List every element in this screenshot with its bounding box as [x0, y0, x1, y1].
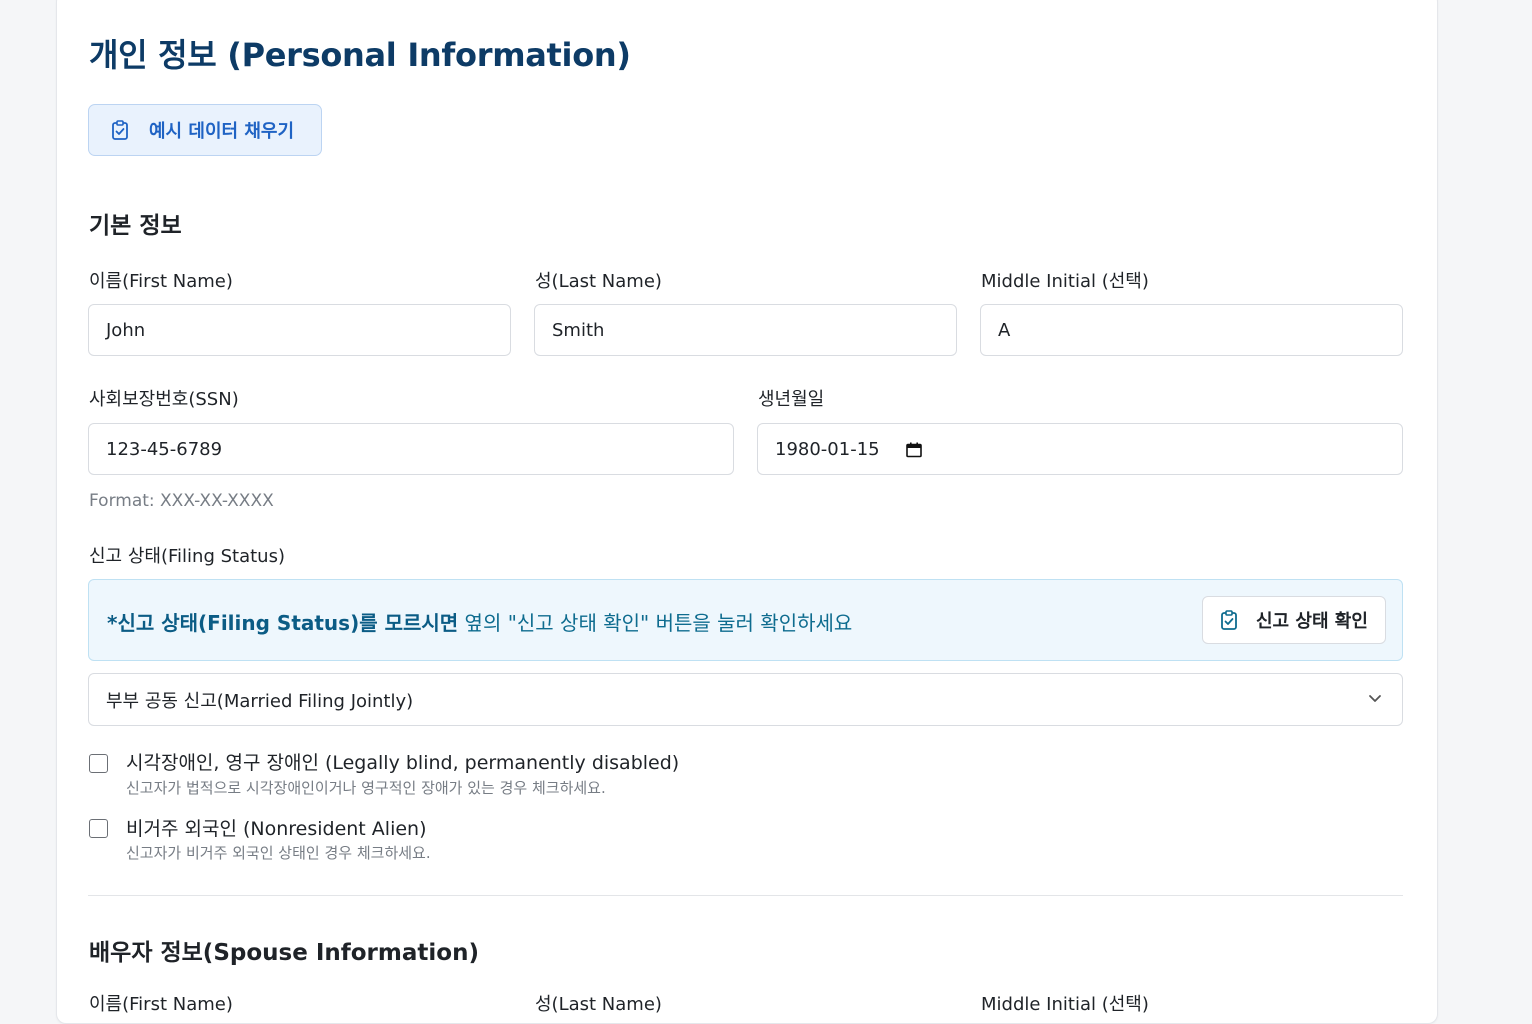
filing-status-select[interactable]: 부부 공동 신고(Married Filing Jointly) — [88, 673, 1403, 726]
legally-blind-checkbox[interactable] — [89, 754, 108, 773]
first-name-input[interactable]: John — [88, 304, 511, 356]
spouse-last-name-label: 성(Last Name) — [535, 994, 662, 1015]
clipboard-check-icon — [112, 120, 128, 140]
basic-info-section-title: 기본 정보 — [89, 213, 182, 239]
spouse-info-section-title: 배우자 정보(Spouse Information) — [89, 940, 479, 966]
clipboard-check-icon — [1221, 610, 1237, 630]
filing-status-notice-text: *신고 상태(Filing Status)를 모르시면 옆의 "신고 상태 확인… — [107, 607, 852, 636]
check-filing-status-button[interactable]: 신고 상태 확인 — [1202, 596, 1386, 644]
notice-strong-text: *신고 상태(Filing Status)를 모르시면 — [107, 611, 459, 635]
nonresident-alien-checkbox[interactable] — [89, 819, 108, 838]
legally-blind-checkbox-description: 신고자가 법적으로 시각장애인이거나 영구적인 장애가 있는 경우 체크하세요. — [126, 779, 606, 797]
chevron-down-icon — [1369, 695, 1381, 702]
last-name-input[interactable]: Smith — [534, 304, 957, 356]
fill-example-data-button[interactable]: 예시 데이터 채우기 — [88, 104, 322, 156]
spouse-middle-initial-label: Middle Initial (선택) — [981, 994, 1149, 1015]
middle-initial-label: Middle Initial (선택) — [981, 271, 1149, 292]
dob-input[interactable]: 1980-01-15 — [757, 423, 1403, 475]
ssn-input[interactable]: 123-45-6789 — [88, 423, 734, 475]
ssn-format-hint: Format: XXX-XX-XXXX — [89, 491, 274, 511]
notice-rest-text: 옆의 "신고 상태 확인" 버튼을 눌러 확인하세요 — [458, 611, 853, 635]
spouse-first-name-label: 이름(First Name) — [89, 994, 233, 1015]
filing-status-notice: *신고 상태(Filing Status)를 모르시면 옆의 "신고 상태 확인… — [88, 579, 1403, 661]
filing-status-label: 신고 상태(Filing Status) — [89, 546, 285, 567]
last-name-label: 성(Last Name) — [535, 271, 662, 292]
dob-value: 1980-01-15 — [775, 438, 880, 460]
legally-blind-checkbox-label: 시각장애인, 영구 장애인 (Legally blind, permanentl… — [126, 752, 680, 774]
page-title: 개인 정보 (Personal Information) — [89, 36, 631, 74]
nonresident-alien-checkbox-description: 신고자가 비거주 외국인 상태인 경우 체크하세요. — [126, 844, 431, 862]
first-name-label: 이름(First Name) — [89, 271, 233, 292]
middle-initial-input[interactable]: A — [980, 304, 1403, 356]
ssn-label: 사회보장번호(SSN) — [89, 389, 239, 410]
filing-status-selected-value: 부부 공동 신고(Married Filing Jointly) — [106, 690, 414, 712]
fill-example-data-label: 예시 데이터 채우기 — [149, 121, 295, 142]
calendar-icon[interactable] — [906, 442, 922, 458]
dob-label: 생년월일 — [758, 389, 825, 410]
check-filing-status-label: 신고 상태 확인 — [1256, 611, 1368, 632]
section-divider — [88, 895, 1403, 896]
nonresident-alien-checkbox-label: 비거주 외국인 (Nonresident Alien) — [126, 818, 427, 840]
